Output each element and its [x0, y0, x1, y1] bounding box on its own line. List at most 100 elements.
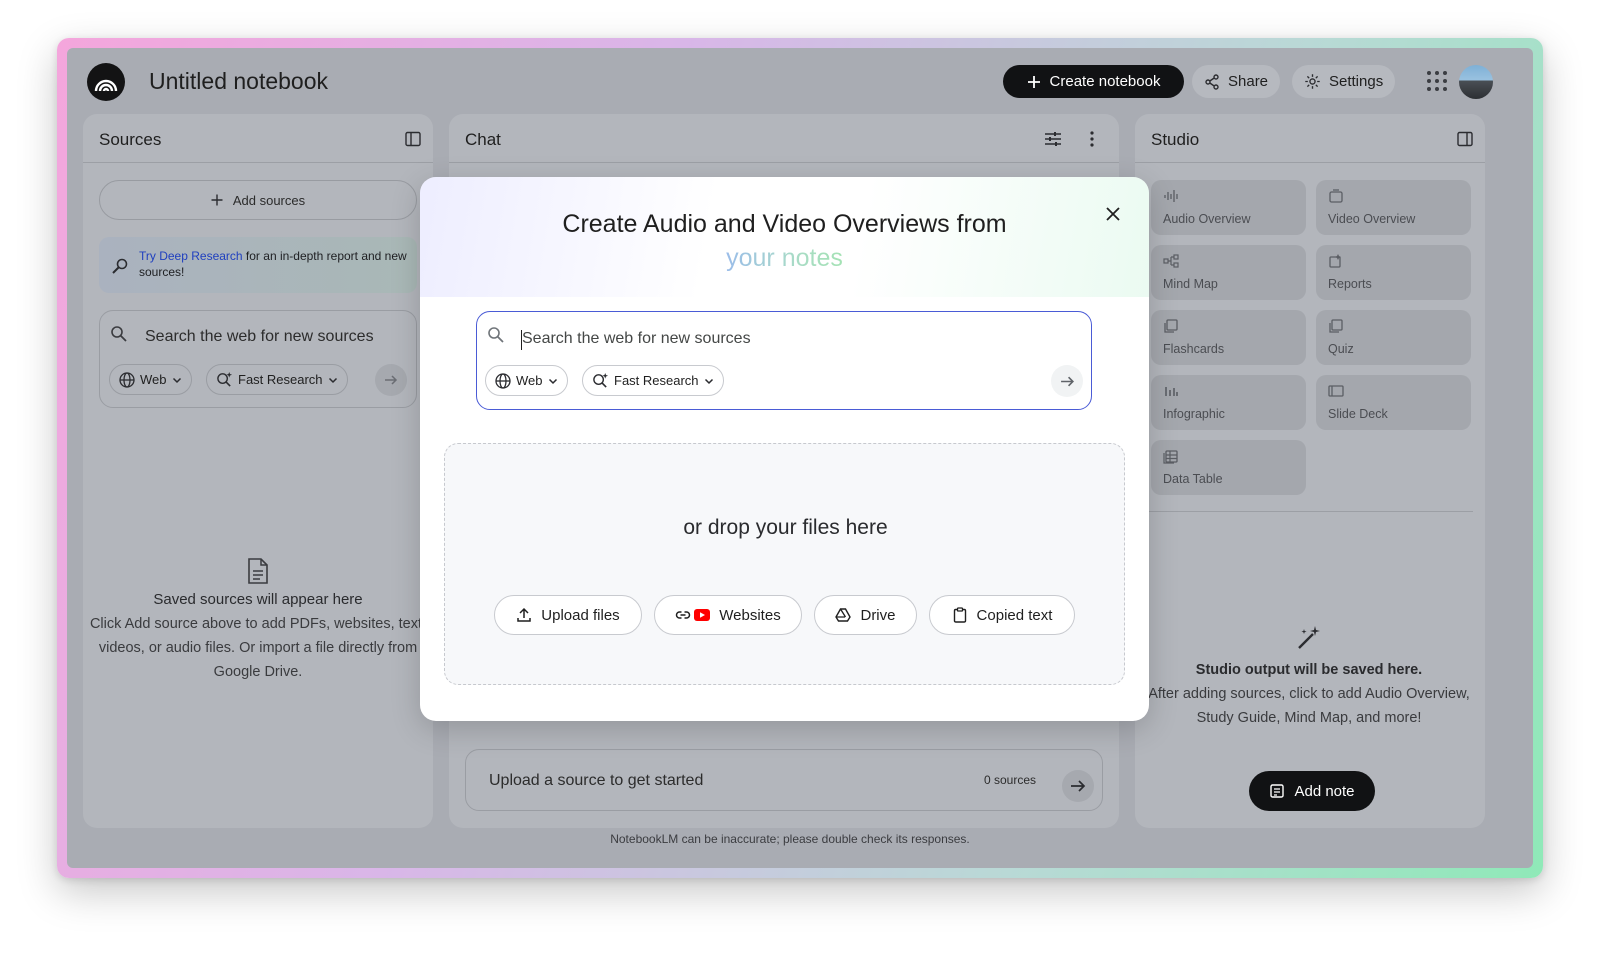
plus-icon [211, 194, 223, 206]
upload-files-button[interactable]: Upload files [494, 595, 642, 635]
arrow-right-icon [1071, 780, 1086, 792]
studio-card-label: Slide Deck [1328, 407, 1388, 421]
settings-button[interactable]: Settings [1292, 65, 1396, 98]
notebooklm-logo-icon[interactable] [87, 63, 125, 101]
web-search-box[interactable]: Search the web for new sources Web Fast … [99, 310, 417, 408]
empty-sources-body: Click Add source above to add PDFs, webs… [89, 616, 427, 680]
chat-input[interactable]: Upload a source to get started [489, 772, 703, 790]
sparkle-search-icon [593, 372, 609, 388]
video-icon [1329, 189, 1343, 203]
slide-deck-icon [1328, 385, 1344, 397]
studio-empty-body: After adding sources, click to add Audio… [1148, 686, 1470, 726]
studio-quiz[interactable]: Quiz [1316, 310, 1471, 365]
studio-heading: Studio [1151, 130, 1200, 149]
panel-divider [1135, 162, 1485, 163]
avatar[interactable] [1459, 65, 1493, 99]
note-icon [1270, 784, 1285, 798]
more-vert-icon[interactable] [1089, 130, 1095, 148]
copied-text-label: Copied text [976, 606, 1053, 624]
add-note-label: Add note [1294, 782, 1355, 800]
studio-video-overview[interactable]: Video Overview [1316, 180, 1471, 235]
sources-panel: Sources Add sources Try Deep Research fo… [83, 114, 433, 828]
dialog-search-input[interactable]: Search the web for new sources [522, 330, 751, 348]
magic-wand-icon [1298, 626, 1320, 649]
arrow-right-icon [1060, 376, 1074, 386]
chat-heading: Chat [465, 130, 501, 149]
dialog-web-source-dropdown[interactable]: Web [485, 365, 568, 396]
dialog-web-search-box[interactable]: Search the web for new sources Web Fast … [476, 311, 1092, 410]
chevron-down-icon [328, 377, 337, 383]
web-source-dropdown[interactable]: Web [109, 364, 192, 395]
data-table-icon [1163, 450, 1178, 464]
add-sources-button[interactable]: Add sources [99, 180, 417, 220]
chevron-down-icon [704, 378, 713, 384]
deep-research-banner[interactable]: Try Deep Research for an in-depth report… [99, 237, 417, 293]
chat-input-box[interactable]: Upload a source to get started 0 sources [465, 749, 1103, 811]
studio-infographic[interactable]: Infographic [1151, 375, 1306, 430]
web-chip-label: Web [140, 372, 167, 387]
collapse-panel-icon[interactable] [405, 131, 421, 147]
dialog-research-mode-dropdown[interactable]: Fast Research [582, 365, 724, 396]
share-button[interactable]: Share [1192, 65, 1281, 98]
audio-waveform-icon [1164, 190, 1178, 202]
chevron-down-icon [548, 378, 557, 384]
studio-card-label: Mind Map [1163, 277, 1218, 291]
search-icon [111, 326, 127, 342]
studio-card-label: Video Overview [1328, 212, 1416, 226]
infographic-icon [1165, 387, 1178, 396]
tune-icon[interactable] [1044, 130, 1062, 148]
studio-card-label: Reports [1328, 277, 1372, 291]
research-mode-dropdown[interactable]: Fast Research [206, 364, 348, 395]
add-note-button[interactable]: Add note [1249, 771, 1375, 811]
studio-data-table[interactable]: Data Table [1151, 440, 1306, 495]
globe-icon [119, 371, 135, 388]
add-sources-dialog: Create Audio and Video Overviews from yo… [420, 177, 1149, 721]
web-search-input[interactable]: Search the web for new sources [145, 328, 374, 346]
collapse-panel-icon[interactable] [1457, 131, 1473, 147]
empty-sources-title: Saved sources will appear here [153, 591, 363, 608]
research-chip-label: Fast Research [238, 372, 323, 387]
plus-icon [1027, 75, 1040, 88]
research-chip-label: Fast Research [614, 373, 699, 388]
settings-label: Settings [1329, 73, 1384, 90]
upload-files-label: Upload files [541, 606, 620, 624]
studio-mind-map[interactable]: Mind Map [1151, 245, 1306, 300]
studio-card-label: Flashcards [1163, 342, 1225, 356]
drive-button[interactable]: Drive [814, 595, 917, 635]
send-button[interactable] [1062, 770, 1094, 802]
deep-research-link[interactable]: Try Deep Research [139, 249, 243, 263]
studio-card-label: Audio Overview [1163, 212, 1251, 226]
studio-card-label: Infographic [1163, 407, 1225, 421]
empty-sources-state: Saved sources will appear here Click Add… [83, 558, 433, 684]
web-chip-label: Web [516, 373, 543, 388]
studio-divider [1149, 511, 1473, 512]
studio-card-label: Data Table [1163, 472, 1223, 486]
apps-grid-icon[interactable] [1427, 71, 1447, 91]
logo-arcs-icon [94, 79, 118, 92]
disclaimer-text: NotebookLM can be inaccurate; please dou… [610, 832, 970, 846]
copied-text-button[interactable]: Copied text [929, 595, 1075, 635]
sparkle-search-icon [217, 371, 233, 387]
dialog-search-submit-button[interactable] [1051, 365, 1083, 397]
file-dropzone[interactable]: or drop your files here Upload files Web… [444, 443, 1125, 685]
notebook-title[interactable]: Untitled notebook [149, 68, 328, 95]
link-icon [676, 611, 691, 619]
arrow-right-icon [385, 375, 398, 385]
quiz-icon [1329, 319, 1343, 333]
websites-button[interactable]: Websites [654, 595, 802, 635]
studio-audio-overview[interactable]: Audio Overview [1151, 180, 1306, 235]
search-icon [488, 327, 504, 343]
panel-divider [83, 162, 433, 163]
studio-slide-deck[interactable]: Slide Deck [1316, 375, 1471, 430]
studio-flashcards[interactable]: Flashcards [1151, 310, 1306, 365]
panel-divider [449, 162, 1119, 163]
create-notebook-label: Create notebook [1049, 73, 1161, 90]
add-sources-label: Add sources [232, 192, 306, 208]
dropzone-text: or drop your files here [683, 516, 888, 539]
search-submit-button[interactable] [375, 364, 407, 396]
share-icon [1205, 73, 1219, 90]
sources-heading: Sources [99, 130, 162, 149]
studio-reports[interactable]: Reports [1316, 245, 1471, 300]
create-notebook-button[interactable]: Create notebook [1003, 65, 1184, 98]
research-search-icon [112, 258, 128, 274]
